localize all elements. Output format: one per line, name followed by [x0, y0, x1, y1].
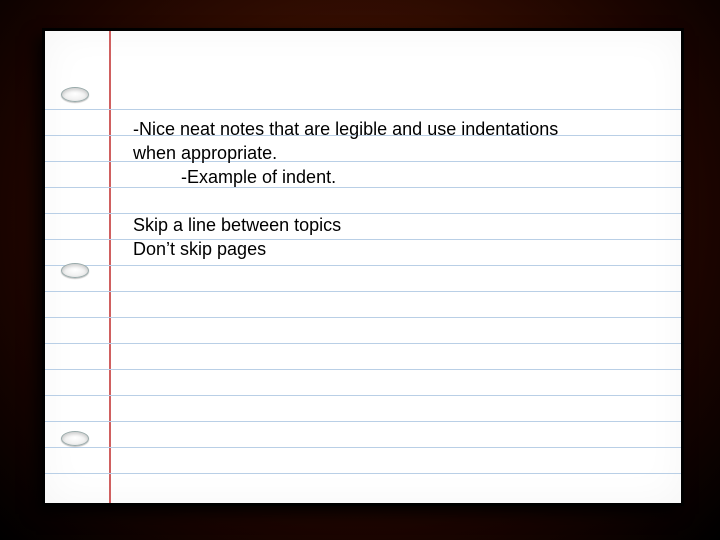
- binder-hole-top: [61, 87, 89, 102]
- ruled-line: [45, 109, 681, 110]
- blank-line: [133, 189, 665, 213]
- binder-hole-bottom: [61, 431, 89, 446]
- binder-hole-middle: [61, 263, 89, 278]
- note-line-1: -Nice neat notes that are legible and us…: [133, 117, 665, 141]
- ruled-line: [45, 447, 681, 448]
- note-line-2: when appropriate.: [133, 141, 665, 165]
- ruled-line: [45, 343, 681, 344]
- ruled-line: [45, 369, 681, 370]
- ruled-line: [45, 291, 681, 292]
- ruled-line: [45, 395, 681, 396]
- note-line-5: Don’t skip pages: [133, 237, 665, 261]
- ruled-line: [45, 473, 681, 474]
- note-line-3-indent: -Example of indent.: [133, 165, 665, 189]
- ruled-line: [45, 317, 681, 318]
- note-content: -Nice neat notes that are legible and us…: [133, 117, 665, 261]
- ruled-line: [45, 421, 681, 422]
- ruled-line: [45, 265, 681, 266]
- red-margin-line: [109, 31, 111, 503]
- binder-holes: [55, 31, 95, 503]
- note-line-4: Skip a line between topics: [133, 213, 665, 237]
- slide-stage: -Nice neat notes that are legible and us…: [0, 0, 720, 540]
- notebook-paper: -Nice neat notes that are legible and us…: [42, 28, 684, 506]
